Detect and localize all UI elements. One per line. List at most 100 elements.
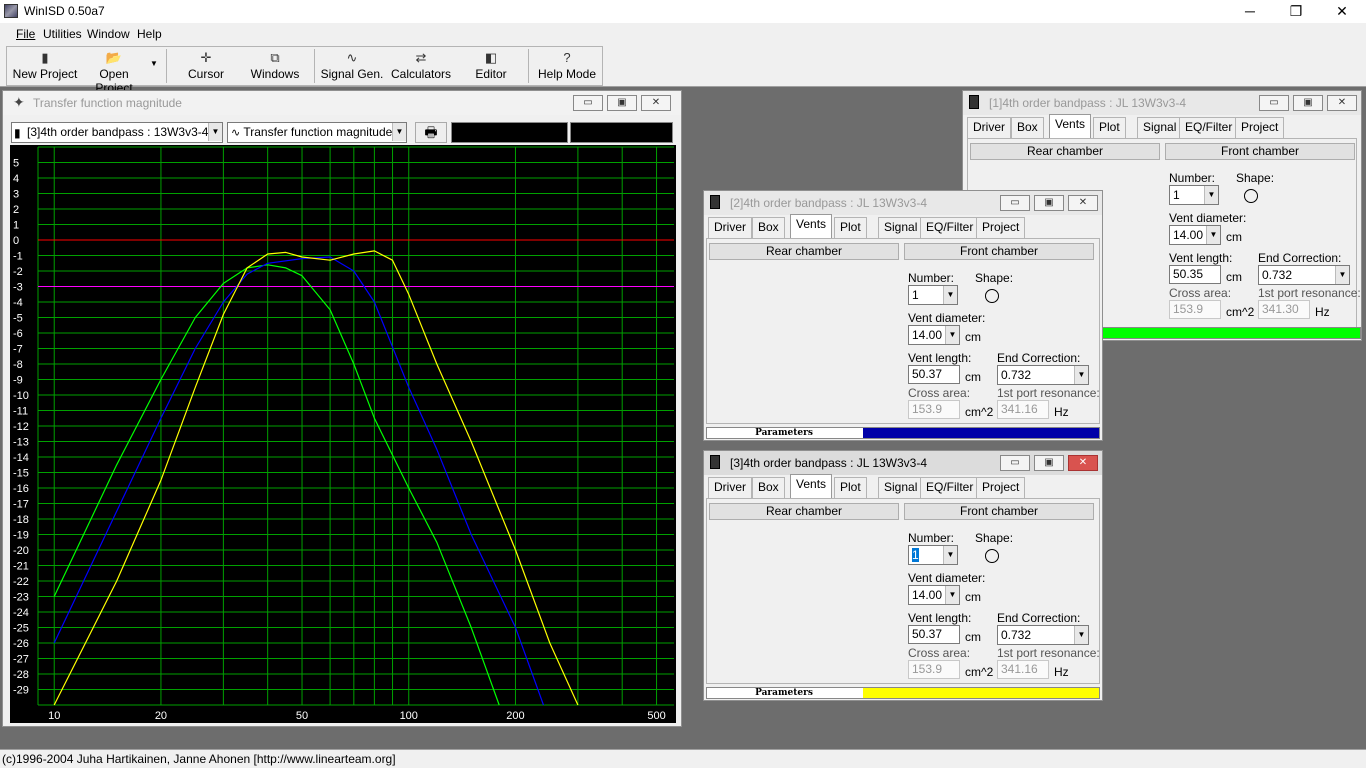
help-mode-button[interactable]: ? Help Mode [536, 49, 598, 85]
tab-vents[interactable]: Vents [790, 214, 833, 238]
editor-button[interactable]: ◧ Editor [462, 49, 520, 85]
shape-label: Shape: [975, 271, 1014, 285]
front-chamber-button[interactable]: Front chamber [904, 243, 1094, 260]
tab-project[interactable]: Project [976, 217, 1026, 238]
menu-bar: File Utilities Window Help [0, 23, 1366, 45]
port-resonance-unit: Hz [1054, 405, 1069, 419]
x-tick-label: 20 [155, 710, 167, 722]
app-icon[interactable] [4, 4, 18, 18]
tab-vents[interactable]: Vents [790, 474, 833, 498]
vent-length-unit: cm [965, 370, 981, 384]
graph-close-button[interactable]: ✕ [641, 95, 671, 111]
calculators-icon: ⇄ [415, 50, 427, 65]
end-correction-select[interactable]: 0.732 ▼ [997, 625, 1089, 645]
project-3-maximize-button[interactable]: ▣ [1034, 455, 1064, 471]
minimize-button[interactable]: ─ [1227, 0, 1273, 23]
y-tick-label: 5 [13, 158, 19, 170]
graph-maximize-button[interactable]: ▣ [607, 95, 637, 111]
vent-diameter-select[interactable]: 14.00 ▼ [908, 325, 960, 345]
project-1-close-button[interactable]: ✕ [1327, 95, 1357, 111]
round-shape-icon[interactable] [1244, 189, 1258, 203]
open-project-button[interactable]: 📂 Open Project [80, 49, 148, 95]
tab-eq-filter[interactable]: EQ/Filter [1179, 117, 1239, 138]
graph-window: ✦ Transfer function magnitude ▭ ▣ ✕ ▮ [3… [2, 90, 682, 727]
tab-project[interactable]: Project [1235, 117, 1285, 138]
tab-eq-filter[interactable]: EQ/Filter [920, 217, 980, 238]
rear-chamber-button[interactable]: Rear chamber [709, 503, 899, 520]
project-3-minimize-button[interactable]: ▭ [1000, 455, 1030, 471]
graph-minimize-button[interactable]: ▭ [573, 95, 603, 111]
round-shape-icon[interactable] [985, 289, 999, 303]
number-label: Number: [908, 531, 955, 545]
tab-box[interactable]: Box [752, 477, 785, 498]
project-2-close-button[interactable]: ✕ [1068, 195, 1098, 211]
end-correction-label: End Correction: [997, 351, 1081, 365]
tab-project[interactable]: Project [976, 477, 1026, 498]
graph-window-icon: ✦ [13, 94, 25, 110]
tab-driver[interactable]: Driver [708, 477, 752, 498]
tab-driver[interactable]: Driver [708, 217, 752, 238]
vent-diameter-unit: cm [965, 330, 981, 344]
tab-plot[interactable]: Plot [1093, 117, 1126, 138]
tab-vents[interactable]: Vents [1049, 114, 1092, 138]
project-select[interactable]: ▮ [3]4th order bandpass : 13W3v3-4 ▼ [11, 122, 223, 143]
x-tick-label: 10 [48, 710, 60, 722]
open-project-dropdown-icon[interactable]: ▼ [150, 59, 158, 68]
tab-signal[interactable]: Signal [878, 217, 924, 238]
cursor-icon: ✛ [200, 50, 212, 65]
project-window-3-title: [3]4th order bandpass : JL 13W3v3-4 [730, 456, 928, 470]
project-1-minimize-button[interactable]: ▭ [1259, 95, 1289, 111]
y-tick-label: -26 [13, 638, 29, 650]
front-chamber-button[interactable]: Front chamber [904, 503, 1094, 520]
signal-gen-button[interactable]: ∿ Signal Gen. [320, 49, 384, 85]
rear-chamber-button[interactable]: Rear chamber [709, 243, 899, 260]
end-correction-select[interactable]: 0.732 ▼ [997, 365, 1089, 385]
number-select[interactable]: 1 ▼ [1169, 185, 1219, 205]
vent-length-field[interactable]: 50.37 [908, 625, 960, 644]
menu-help[interactable]: Help [137, 27, 162, 41]
front-chamber-button[interactable]: Front chamber [1165, 143, 1355, 160]
rear-chamber-button[interactable]: Rear chamber [970, 143, 1160, 160]
plot-select[interactable]: ∿ Transfer function magnitude ▼ [227, 122, 407, 143]
tab-box[interactable]: Box [1011, 117, 1044, 138]
vent-length-field[interactable]: 50.37 [908, 365, 960, 384]
vent-diameter-select[interactable]: 14.00 ▼ [908, 585, 960, 605]
number-select[interactable]: 1 ▼ [908, 545, 958, 565]
y-tick-label: 1 [13, 220, 19, 232]
tab-box[interactable]: Box [752, 217, 785, 238]
project-2-maximize-button[interactable]: ▣ [1034, 195, 1064, 211]
number-select[interactable]: 1 ▼ [908, 285, 958, 305]
close-button[interactable]: ✕ [1319, 0, 1365, 23]
vent-length-field[interactable]: 50.35 [1169, 265, 1221, 284]
y-tick-label: -28 [13, 669, 29, 681]
calculators-button[interactable]: ⇄ Calculators [390, 49, 452, 85]
menu-file[interactable]: File [16, 27, 35, 41]
menu-window[interactable]: Window [87, 27, 130, 41]
y-tick-label: -22 [13, 576, 29, 588]
project-3-close-button[interactable]: ✕ [1068, 455, 1098, 471]
windows-button[interactable]: ⧉ Windows [244, 49, 306, 85]
tab-signal[interactable]: Signal [878, 477, 924, 498]
transfer-function-chart[interactable]: 543210-1-2-3-4-5-6-7-8-9-10-11-12-13-14-… [10, 145, 676, 723]
new-project-button[interactable]: ▮ New Project [12, 49, 78, 85]
project-2-minimize-button[interactable]: ▭ [1000, 195, 1030, 211]
y-tick-label: -29 [13, 685, 29, 697]
y-tick-label: -6 [13, 328, 23, 340]
restore-button[interactable]: ❐ [1273, 0, 1319, 23]
print-button[interactable]: 🖶 [415, 122, 447, 143]
vent-diameter-label: Vent diameter: [1169, 211, 1247, 225]
parameters-label: Parameters [755, 688, 813, 698]
tab-eq-filter[interactable]: EQ/Filter [920, 477, 980, 498]
tab-plot[interactable]: Plot [834, 217, 867, 238]
vent-diameter-select[interactable]: 14.00 ▼ [1169, 225, 1221, 245]
toolbar-separator [166, 49, 167, 83]
project-window-1-title: [1]4th order bandpass : JL 13W3v3-4 [989, 96, 1187, 110]
tab-signal[interactable]: Signal [1137, 117, 1183, 138]
menu-utilities[interactable]: Utilities [43, 27, 82, 41]
project-1-maximize-button[interactable]: ▣ [1293, 95, 1323, 111]
round-shape-icon[interactable] [985, 549, 999, 563]
cursor-button[interactable]: ✛ Cursor [176, 49, 236, 85]
tab-driver[interactable]: Driver [967, 117, 1011, 138]
tab-plot[interactable]: Plot [834, 477, 867, 498]
end-correction-select[interactable]: 0.732 ▼ [1258, 265, 1350, 285]
